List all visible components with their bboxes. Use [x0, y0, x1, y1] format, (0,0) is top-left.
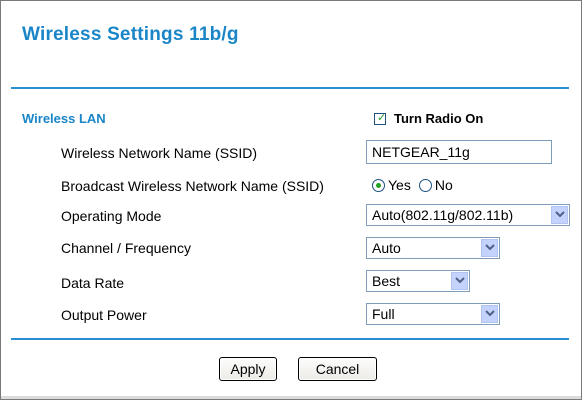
checkmark-icon: ✓ [377, 111, 387, 124]
broadcast-ssid-radio-group: Yes No [372, 177, 461, 193]
operating-mode-label: Operating Mode [61, 208, 162, 224]
turn-radio-on-checkbox[interactable]: ✓ Turn Radio On [374, 111, 483, 126]
data-rate-select[interactable]: Best [366, 270, 470, 292]
broadcast-yes-label: Yes [388, 177, 411, 193]
ssid-label: Wireless Network Name (SSID) [61, 145, 258, 161]
output-power-select[interactable]: Full [366, 303, 500, 325]
channel-value: Auto [372, 240, 401, 256]
divider-top [11, 87, 569, 89]
broadcast-no-radio[interactable] [418, 178, 432, 192]
apply-button[interactable]: Apply [219, 357, 277, 381]
chevron-down-icon[interactable] [481, 239, 498, 257]
page-title: Wireless Settings 11b/g [22, 24, 239, 45]
output-power-value: Full [372, 306, 395, 322]
data-rate-value: Best [372, 273, 401, 289]
divider-bottom [11, 338, 569, 340]
chevron-down-icon[interactable] [451, 272, 468, 290]
chevron-down-icon[interactable] [481, 305, 498, 323]
channel-label: Channel / Frequency [61, 240, 191, 256]
turn-radio-on-label: Turn Radio On [394, 111, 484, 126]
checkbox-icon[interactable]: ✓ [374, 111, 387, 125]
chevron-down-icon[interactable] [551, 206, 568, 224]
operating-mode-select[interactable]: Auto(802.11g/802.11b) [366, 204, 570, 226]
broadcast-yes-radio[interactable] [372, 178, 385, 192]
settings-panel [0, 0, 582, 400]
panel-bottom-edge [1, 396, 581, 399]
output-power-label: Output Power [61, 307, 147, 323]
data-rate-label: Data Rate [61, 275, 125, 291]
broadcast-ssid-label: Broadcast Wireless Network Name (SSID) [61, 178, 324, 194]
broadcast-no-label: No [434, 177, 453, 193]
operating-mode-value: Auto(802.11g/802.11b) [372, 207, 514, 223]
channel-select[interactable]: Auto [366, 237, 500, 259]
ssid-input[interactable] [366, 140, 552, 164]
cancel-button[interactable]: Cancel [298, 357, 377, 381]
section-title-wireless-lan: Wireless LAN [22, 111, 106, 126]
